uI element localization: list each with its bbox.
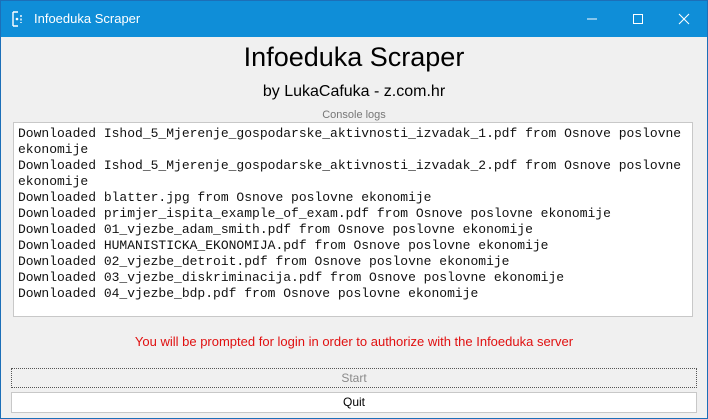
login-notice: You will be prompted for login in order … xyxy=(134,334,574,349)
console-line: Downloaded 04_vjezbe_bdp.pdf from Osnove… xyxy=(18,286,479,301)
console-line: Downloaded 01_vjezbe_adam_smith.pdf from… xyxy=(18,222,533,237)
app-window: Infoeduka Scraper Infoeduka Scraper by L… xyxy=(0,0,708,419)
title-bar[interactable]: Infoeduka Scraper xyxy=(1,1,707,37)
console-label: Console logs xyxy=(322,109,386,121)
console-line: Downloaded Ishod_5_Mjerenje_gospodarske_… xyxy=(18,158,689,189)
close-button[interactable] xyxy=(661,1,707,37)
quit-button[interactable]: Quit xyxy=(11,392,697,413)
console-line: Downloaded 02_vjezbe_detroit.pdf from Os… xyxy=(18,254,510,269)
python-feather-icon xyxy=(10,11,24,27)
app-heading: Infoeduka Scraper xyxy=(243,42,465,72)
close-icon xyxy=(678,13,690,25)
console-line: Downloaded HUMANISTICKA_EKONOMIJA.pdf fr… xyxy=(18,238,549,253)
author-credit: by LukaCafuka - z.com.hr xyxy=(262,83,446,100)
console-line: Downloaded 03_vjezbe_diskriminacija.pdf … xyxy=(18,270,565,285)
window-title: Infoeduka Scraper xyxy=(34,11,141,26)
minimize-button[interactable] xyxy=(569,1,615,37)
maximize-icon xyxy=(633,14,643,24)
console-line: Downloaded Ishod_5_Mjerenje_gospodarske_… xyxy=(18,126,689,157)
minimize-icon xyxy=(587,18,597,20)
console-log[interactable]: Downloaded Ishod_5_Mjerenje_gospodarske_… xyxy=(13,122,693,317)
start-button[interactable]: Start xyxy=(11,368,697,388)
console-line: Downloaded primjer_ispita_example_of_exa… xyxy=(18,206,611,221)
console-line: Downloaded blatter.jpg from Osnove poslo… xyxy=(18,190,432,205)
maximize-button[interactable] xyxy=(615,1,661,37)
